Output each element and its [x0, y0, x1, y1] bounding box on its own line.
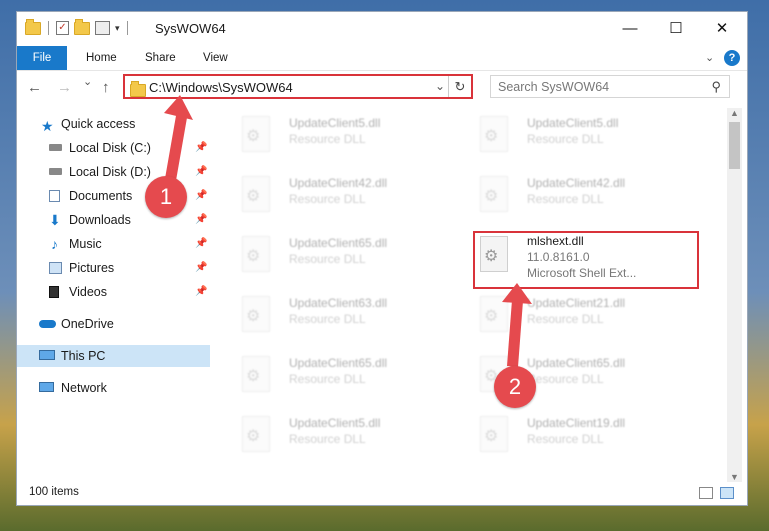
step-badge-1: 1	[145, 176, 187, 218]
annotation-arrows	[163, 95, 532, 367]
step-badge-2: 2	[494, 366, 536, 408]
arrow-2	[507, 300, 523, 367]
arrowhead-2	[502, 283, 532, 304]
arrowhead-1	[164, 95, 193, 120]
